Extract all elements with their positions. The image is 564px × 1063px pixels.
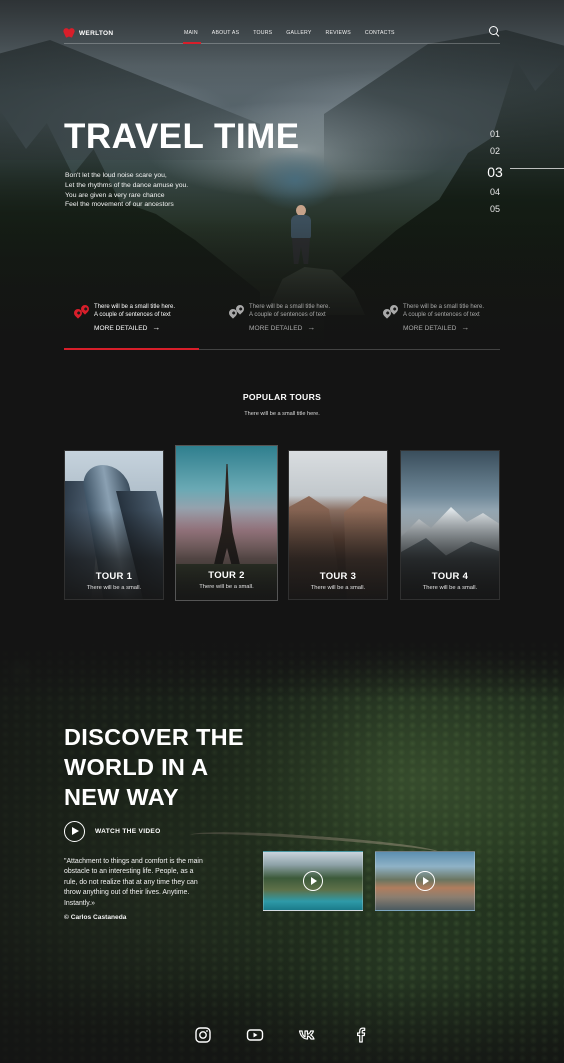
slide-number-04[interactable]: 04: [480, 184, 510, 201]
watch-video-button[interactable]: WATCH THE VIDEO: [64, 821, 161, 842]
quote-line: obstacle to an interesting life. People,…: [64, 868, 194, 876]
arrow-right-icon: →: [307, 323, 316, 332]
logo-text: WERLTON: [79, 29, 114, 37]
top-navigation: WERLTON MAIN ABOUT AS TOURS GALLERY REVI…: [64, 24, 500, 42]
feature-text: A couple of sentences of text: [249, 312, 326, 318]
tour-text: There will be a small.: [199, 584, 254, 590]
more-detailed-link[interactable]: MORE DETAILED →: [94, 324, 160, 332]
quote-line: "Attachment to things and comfort is the…: [64, 858, 203, 865]
feature-text: A couple of sentences of text: [403, 312, 480, 318]
quote-line: Instantly.»: [64, 899, 95, 907]
slide-pager: 01 02 03 04 05: [480, 126, 510, 218]
popular-tours-subtitle: There will be a small title here.: [244, 411, 320, 417]
main-menu: MAIN ABOUT AS TOURS GALLERY REVIEWS CONT…: [184, 30, 409, 36]
feature-title: There will be a small title here.: [403, 304, 485, 310]
location-pins-icon: [227, 303, 246, 322]
more-detailed-link[interactable]: MORE DETAILED →: [249, 324, 315, 332]
tour-card-2[interactable]: TOUR 2 There will be a small.: [175, 445, 278, 601]
quote: "Attachment to things and comfort is the…: [64, 857, 239, 909]
hero-features: There will be a small title here. A coup…: [64, 300, 500, 340]
discover-title-line: WORLD IN A: [64, 754, 209, 780]
popular-tours-title: POPULAR TOURS: [242, 392, 322, 402]
hero-line: You are given a very rare chance: [65, 191, 165, 199]
more-detailed-label: MORE DETAILED: [94, 324, 148, 332]
logo[interactable]: WERLTON: [64, 28, 113, 38]
nav-item-contacts[interactable]: CONTACTS: [365, 30, 395, 36]
youtube-icon[interactable]: [246, 1026, 264, 1044]
tour-card-1[interactable]: TOUR 1 There will be a small.: [64, 450, 164, 600]
video-thumbnail-coast[interactable]: [263, 851, 363, 911]
play-icon: [303, 871, 323, 891]
discover-title: DISCOVER THE WORLD IN A NEW WAY: [64, 722, 324, 812]
tour-text: There will be a small.: [422, 585, 478, 591]
feature-title: There will be a small title here.: [94, 304, 176, 310]
nav-item-gallery[interactable]: GALLERY: [286, 30, 311, 36]
tour-text: There will be a small.: [86, 585, 142, 591]
watch-video-label: WATCH THE VIDEO: [95, 828, 161, 835]
tour-card-3[interactable]: TOUR 3 There will be a small.: [288, 450, 388, 600]
slide-number-03-active[interactable]: 03: [480, 160, 510, 184]
active-slide-line: [510, 168, 564, 169]
facebook-icon[interactable]: [352, 1026, 370, 1044]
quote-author: © Carlos Castaneda: [64, 914, 127, 921]
feature-text: A couple of sentences of text: [94, 312, 171, 318]
hero-title: TRAVEL TIME: [64, 117, 300, 156]
feature-title: There will be a small title here.: [249, 304, 331, 310]
slide-progress-fill: [64, 348, 199, 350]
tour-name: TOUR 4: [431, 571, 469, 582]
more-detailed-label: MORE DETAILED: [249, 324, 303, 332]
quote-line: throw anything out of their lives. Anyti…: [64, 889, 190, 897]
location-pins-icon: [381, 303, 400, 322]
nav-item-tours[interactable]: TOURS: [253, 30, 272, 36]
play-icon: [415, 871, 435, 891]
tour-name: TOUR 1: [95, 571, 133, 582]
play-icon: [64, 821, 85, 842]
logo-icon: [64, 28, 74, 38]
social-links: [0, 1026, 564, 1046]
vk-icon[interactable]: [298, 1026, 316, 1044]
more-detailed-link[interactable]: MORE DETAILED →: [403, 324, 469, 332]
slide-number-02[interactable]: 02: [480, 143, 510, 160]
nav-item-main[interactable]: MAIN: [184, 30, 198, 36]
location-pins-icon: [72, 303, 91, 322]
quote-line: rule, do not realize that at any time th…: [64, 878, 198, 886]
tour-text: There will be a small.: [310, 585, 366, 591]
tour-name: TOUR 3: [319, 571, 357, 582]
slide-number-05[interactable]: 05: [480, 201, 510, 218]
nav-item-reviews[interactable]: REVIEWS: [326, 30, 351, 36]
hero-line: Bon't let the loud noise scare you,: [65, 172, 167, 179]
slide-number-01[interactable]: 01: [480, 126, 510, 143]
more-detailed-label: MORE DETAILED: [403, 324, 457, 332]
hero-line: Let the rhythms of the dance amuse you.: [65, 181, 189, 189]
nav-divider: [64, 43, 500, 44]
tour-card-4[interactable]: TOUR 4 There will be a small.: [400, 450, 500, 600]
video-thumbnail-city[interactable]: [375, 851, 475, 911]
nav-active-indicator: [183, 42, 201, 44]
hero-text: Bon't let the loud noise scare you, Let …: [65, 171, 188, 210]
discover-title-line: DISCOVER THE: [64, 724, 244, 750]
hero-line: Feel the movement of our ancestors: [65, 201, 174, 209]
search-icon[interactable]: [489, 26, 500, 37]
nav-item-about[interactable]: ABOUT AS: [212, 30, 239, 36]
tour-name: TOUR 2: [208, 570, 245, 581]
discover-title-line: NEW WAY: [64, 784, 179, 810]
instagram-icon[interactable]: [194, 1026, 212, 1044]
arrow-right-icon: →: [461, 323, 470, 332]
arrow-right-icon: →: [152, 323, 161, 332]
